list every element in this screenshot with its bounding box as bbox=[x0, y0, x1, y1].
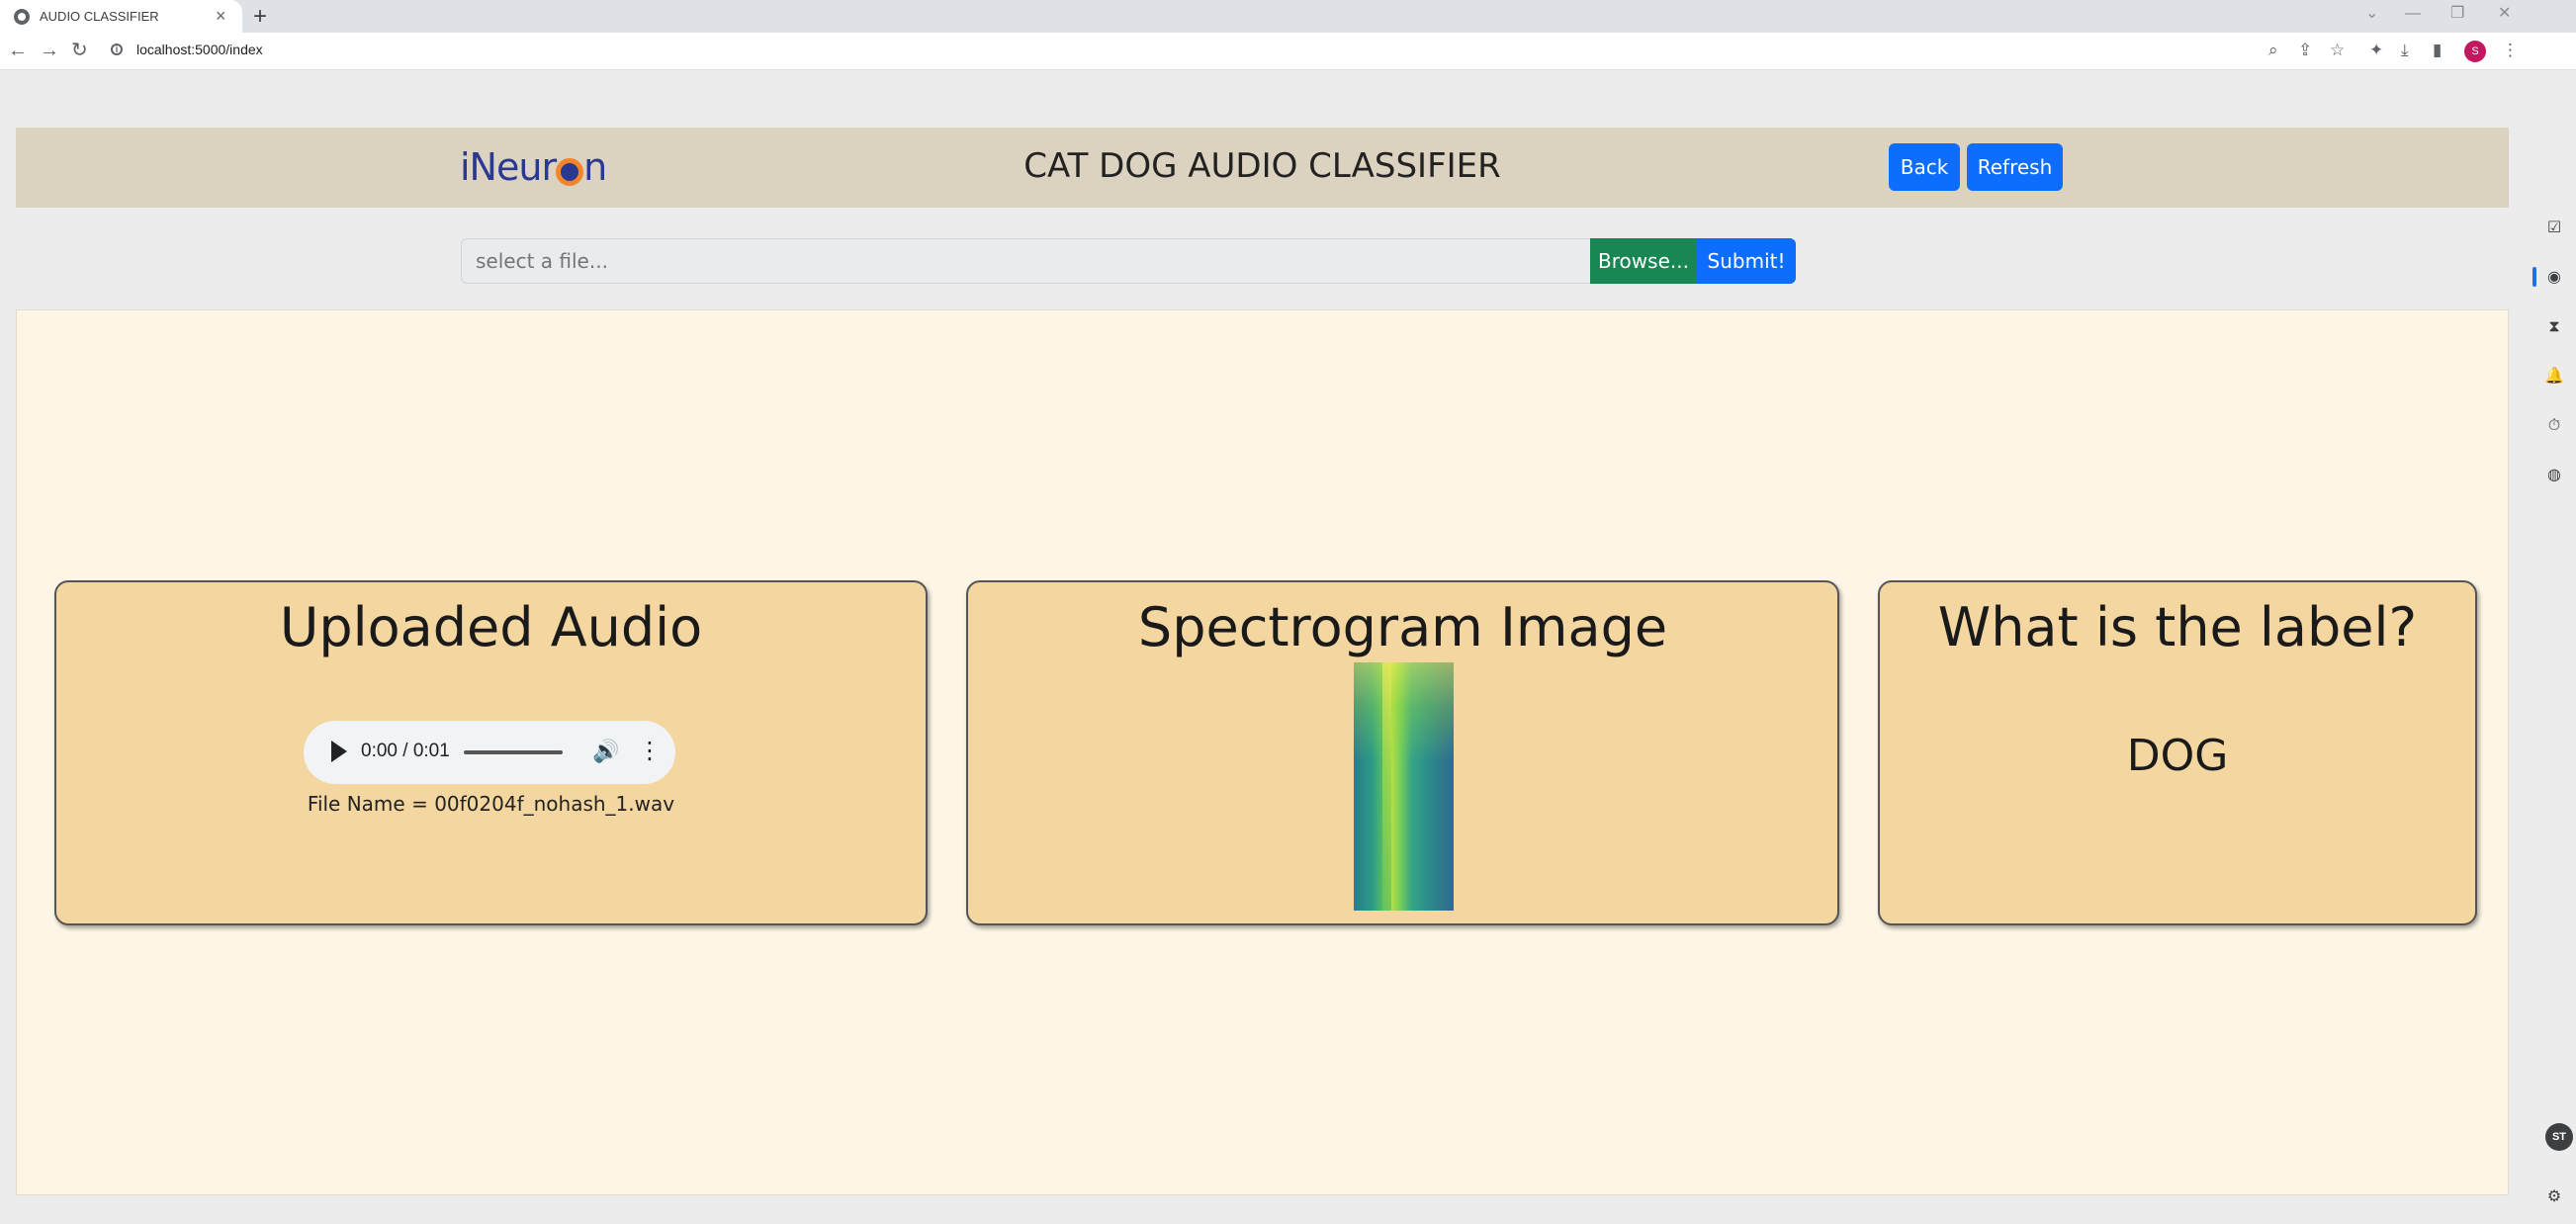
side-panel-profile[interactable]: ST bbox=[2545, 1123, 2573, 1151]
settings-icon[interactable]: ⚙ bbox=[2543, 1186, 2565, 1208]
spectrogram-card: Spectrogram Image bbox=[966, 580, 1839, 925]
file-path-input[interactable] bbox=[461, 238, 1591, 284]
downloads-icon[interactable]: ⤓ bbox=[2401, 41, 2409, 60]
tab-close-icon[interactable]: × bbox=[216, 6, 226, 26]
page-title: CAT DOG AUDIO CLASSIFIER bbox=[1023, 146, 1501, 186]
more-options-icon[interactable]: ⋮ bbox=[638, 735, 662, 768]
share-icon[interactable]: ⇪ bbox=[2298, 41, 2312, 60]
tab-title: AUDIO CLASSIFIER bbox=[40, 9, 159, 24]
favicon-icon bbox=[14, 9, 30, 25]
back-arrow-icon[interactable]: ← bbox=[8, 39, 28, 62]
app-header: iNeur n CAT DOG AUDIO CLASSIFIER Back Ref… bbox=[16, 128, 2509, 208]
close-window-button[interactable]: ✕ bbox=[2498, 4, 2511, 24]
audio-player[interactable]: 0:00 / 0:01 🔊 ⋮ bbox=[304, 721, 675, 784]
browser-tab-bar: AUDIO CLASSIFIER × + ⌄ — ❐ ✕ bbox=[0, 0, 2576, 33]
info-icon[interactable]: i bbox=[111, 44, 123, 55]
tab-search-icon[interactable]: ⌄ bbox=[2365, 4, 2378, 24]
forward-arrow-icon[interactable]: → bbox=[40, 39, 59, 62]
spectrogram-title: Spectrogram Image bbox=[1137, 596, 1668, 658]
browse-button[interactable]: Browse... bbox=[1590, 238, 1697, 284]
spectrogram-image bbox=[1354, 662, 1454, 911]
profile-avatar[interactable]: S bbox=[2464, 41, 2486, 62]
file-name-text: File Name = 00f0204f_nohash_1.wav bbox=[307, 792, 675, 816]
extensions-icon[interactable]: ✦ bbox=[2369, 41, 2383, 60]
zoom-icon[interactable]: ⌕ bbox=[2268, 41, 2278, 60]
browser-tab[interactable]: AUDIO CLASSIFIER × bbox=[0, 0, 242, 33]
refresh-button[interactable]: Refresh bbox=[1967, 143, 2063, 191]
seek-slider[interactable] bbox=[464, 750, 563, 754]
results-area: Uploaded Audio 0:00 / 0:01 🔊 ⋮ File Name… bbox=[16, 309, 2509, 1195]
side-panel-icon[interactable]: ▮ bbox=[2433, 41, 2442, 60]
minimize-button[interactable]: — bbox=[2405, 4, 2421, 24]
restore-button[interactable]: ❐ bbox=[2450, 4, 2464, 24]
spectrogram-band bbox=[1382, 662, 1391, 911]
globe-icon[interactable]: ◍ bbox=[2543, 465, 2565, 486]
submit-button[interactable]: Submit! bbox=[1697, 238, 1796, 284]
predicted-label: DOG bbox=[2126, 731, 2229, 781]
menu-icon[interactable]: ⋮ bbox=[2502, 41, 2519, 60]
new-tab-button[interactable]: + bbox=[253, 3, 267, 31]
timer-icon[interactable]: ⏱ bbox=[2543, 415, 2565, 437]
upload-form: Browse... Submit! bbox=[461, 238, 1796, 284]
label-card-title: What is the label? bbox=[1937, 596, 2418, 658]
check-icon[interactable]: ☑ bbox=[2543, 218, 2565, 239]
uploaded-audio-title: Uploaded Audio bbox=[279, 596, 703, 658]
side-panel: ☑ ◉ ⧗ 🔔 ⏱ ◍ ⚙ bbox=[2528, 208, 2576, 1224]
label-card: What is the label? DOG bbox=[1878, 580, 2477, 925]
hourglass-icon[interactable]: ⧗ bbox=[2543, 316, 2565, 338]
uploaded-audio-card: Uploaded Audio 0:00 / 0:01 🔊 ⋮ File Name… bbox=[54, 580, 928, 925]
volume-icon[interactable]: 🔊 bbox=[592, 739, 619, 764]
play-icon[interactable] bbox=[331, 741, 347, 762]
back-button[interactable]: Back bbox=[1889, 143, 1960, 191]
bookmark-star-icon[interactable]: ☆ bbox=[2330, 41, 2345, 60]
reload-icon[interactable]: ↻ bbox=[71, 39, 88, 62]
bell-icon[interactable]: 🔔 bbox=[2543, 366, 2565, 388]
url-text[interactable]: localhost:5000/index bbox=[136, 42, 263, 57]
address-bar[interactable]: i localhost:5000/index bbox=[99, 37, 2344, 64]
audio-time: 0:00 / 0:01 bbox=[361, 741, 450, 761]
chrome-icon[interactable]: ◉ bbox=[2543, 267, 2565, 289]
browser-toolbar: ← → ↻ i localhost:5000/index ⌕ ⇪ ☆ ✦ ⤓ ▮… bbox=[0, 33, 2576, 70]
